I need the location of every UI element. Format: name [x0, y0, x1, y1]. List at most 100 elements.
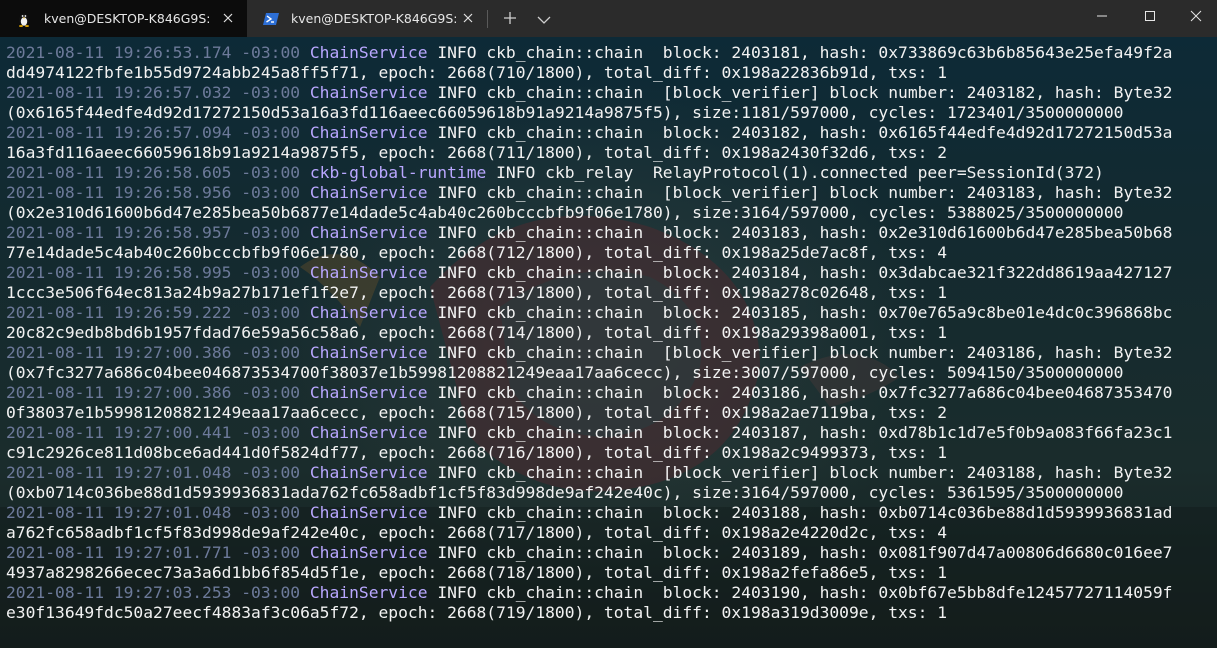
tab-divider	[487, 10, 488, 28]
log-line: 2021-08-11 19:27:00.386 -03:00 ChainServ…	[6, 343, 1172, 363]
log-message: a762fc658adbf1cf5f83d998de9af242e40c, ep…	[6, 523, 948, 542]
log-message: (0x7fc3277a686c04bee046873534700f38037e1…	[6, 363, 1124, 382]
tab-linux-terminal[interactable]: kven@DESKTOP-K846G9S: ~/pr	[0, 0, 247, 37]
log-timestamp: 2021-08-11 19:26:58.995 -03:00	[6, 263, 310, 282]
log-message: INFO ckb_relay RelayProtocol(1).connecte…	[486, 163, 1104, 182]
log-timestamp: 2021-08-11 19:26:58.957 -03:00	[6, 223, 310, 242]
log-line: 2021-08-11 19:26:58.957 -03:00 ChainServ…	[6, 223, 1172, 243]
log-line: (0x7fc3277a686c04bee046873534700f38037e1…	[6, 363, 1172, 383]
log-target: ChainService	[309, 303, 428, 322]
log-message: INFO ckb_chain::chain block: 2403190, ha…	[427, 583, 1173, 602]
log-target: ChainService	[309, 383, 428, 402]
maximize-icon	[1144, 7, 1156, 26]
log-timestamp: 2021-08-11 19:27:01.048 -03:00	[6, 503, 310, 522]
minimize-icon	[1096, 7, 1108, 26]
log-message: INFO ckb_chain::chain block: 2403188, ha…	[427, 503, 1173, 522]
log-line: dd4974122fbfe1b55d9724abb245a8ff5f71, ep…	[6, 63, 1172, 83]
close-tab-icon[interactable]	[219, 9, 237, 27]
log-line: a762fc658adbf1cf5f83d998de9af242e40c, ep…	[6, 523, 1172, 543]
tab-label: kven@DESKTOP-K846G9S: ~/pr	[44, 11, 214, 26]
log-timestamp: 2021-08-11 19:27:00.441 -03:00	[6, 423, 310, 442]
log-line: 2021-08-11 19:27:00.386 -03:00 ChainServ…	[6, 383, 1172, 403]
log-message: 20c82c9edb8bd6b1957fdad76e59a56c58a6, ep…	[6, 323, 948, 342]
log-line: 16a3fd116aeec66059618b91a9214a9875f5, ep…	[6, 143, 1172, 163]
log-message: 0f38037e1b59981208821249eaa17aa6cecc, ep…	[6, 403, 948, 422]
log-message: 4937a8298266ecec73a3a6d1bb6f854d5f1e, ep…	[6, 563, 948, 582]
log-line: 2021-08-11 19:27:03.253 -03:00 ChainServ…	[6, 583, 1172, 603]
log-target: ChainService	[309, 43, 428, 62]
log-line: (0xb0714c036be88d1d5939936831ada762fc658…	[6, 483, 1172, 503]
log-message: 77e14dade5c4ab40c260bcccbfb9f06e1780, ep…	[6, 243, 948, 262]
log-line: 4937a8298266ecec73a3a6d1bb6f854d5f1e, ep…	[6, 563, 1172, 583]
log-target: ChainService	[309, 123, 428, 142]
log-timestamp: 2021-08-11 19:27:00.386 -03:00	[6, 343, 310, 362]
log-line: c91c2926ce811d08bce6ad441d0f5824df77, ep…	[6, 443, 1172, 463]
log-timestamp: 2021-08-11 19:27:00.386 -03:00	[6, 383, 310, 402]
log-line: 2021-08-11 19:26:58.995 -03:00 ChainServ…	[6, 263, 1172, 283]
log-timestamp: 2021-08-11 19:27:03.253 -03:00	[6, 583, 310, 602]
log-message: dd4974122fbfe1b55d9724abb245a8ff5f71, ep…	[6, 63, 948, 82]
log-timestamp: 2021-08-11 19:27:01.771 -03:00	[6, 543, 310, 562]
log-timestamp: 2021-08-11 19:26:57.032 -03:00	[6, 83, 310, 102]
log-message: INFO ckb_chain::chain [block_verifier] b…	[427, 463, 1173, 482]
minimize-button[interactable]	[1079, 0, 1125, 32]
new-tab-button[interactable]	[498, 8, 522, 30]
log-message: INFO ckb_chain::chain block: 2403187, ha…	[427, 423, 1173, 442]
log-message: INFO ckb_chain::chain [block_verifier] b…	[427, 343, 1173, 362]
terminal-pane[interactable]: 2021-08-11 19:26:53.174 -03:00 ChainServ…	[0, 37, 1217, 648]
close-icon	[1190, 7, 1202, 26]
log-message: 1ccc3e506f64ec813a24b9a27b171ef1f2e7, ep…	[6, 283, 948, 302]
log-line: e30f13649fdc50a27eecf4883af3c06a5f72, ep…	[6, 603, 1172, 623]
log-message: INFO ckb_chain::chain block: 2403182, ha…	[427, 123, 1173, 142]
log-target: ChainService	[309, 543, 428, 562]
log-line: 2021-08-11 19:26:58.956 -03:00 ChainServ…	[6, 183, 1172, 203]
powershell-icon	[263, 11, 279, 27]
log-line: 0f38037e1b59981208821249eaa17aa6cecc, ep…	[6, 403, 1172, 423]
log-message: (0x2e310d61600b6d47e285bea50b6877e14dade…	[6, 203, 1124, 222]
title-bar: kven@DESKTOP-K846G9S: ~/pr kven@DESKTOP-…	[0, 0, 1217, 37]
log-line: 2021-08-11 19:27:01.048 -03:00 ChainServ…	[6, 463, 1172, 483]
tab-dropdown-button[interactable]	[532, 8, 556, 30]
log-target: ChainService	[309, 183, 428, 202]
maximize-button[interactable]	[1127, 0, 1173, 32]
log-target: ChainService	[309, 343, 428, 362]
log-message: INFO ckb_chain::chain block: 2403183, ha…	[427, 223, 1173, 242]
log-target: ChainService	[309, 463, 428, 482]
log-line: 2021-08-11 19:27:00.441 -03:00 ChainServ…	[6, 423, 1172, 443]
log-timestamp: 2021-08-11 19:26:58.956 -03:00	[6, 183, 310, 202]
log-line: (0x2e310d61600b6d47e285bea50b6877e14dade…	[6, 203, 1172, 223]
log-message: c91c2926ce811d08bce6ad441d0f5824df77, ep…	[6, 443, 948, 462]
log-target: ChainService	[309, 263, 428, 282]
close-window-button[interactable]	[1173, 0, 1217, 32]
log-line: 2021-08-11 19:27:01.048 -03:00 ChainServ…	[6, 503, 1172, 523]
log-line: 2021-08-11 19:26:59.222 -03:00 ChainServ…	[6, 303, 1172, 323]
log-message: INFO ckb_chain::chain block: 2403186, ha…	[427, 383, 1173, 402]
log-timestamp: 2021-08-11 19:26:57.094 -03:00	[6, 123, 310, 142]
log-target: ChainService	[309, 83, 428, 102]
tab-label: kven@DESKTOP-K846G9S: ~/pr	[291, 11, 461, 26]
log-line: 2021-08-11 19:26:57.094 -03:00 ChainServ…	[6, 123, 1172, 143]
log-message: (0x6165f44edfe4d92d17272150d53a16a3fd116…	[6, 103, 1124, 122]
log-line: 2021-08-11 19:26:53.174 -03:00 ChainServ…	[6, 43, 1172, 63]
terminal-output: 2021-08-11 19:26:53.174 -03:00 ChainServ…	[6, 43, 1172, 623]
log-timestamp: 2021-08-11 19:26:59.222 -03:00	[6, 303, 310, 322]
log-message: INFO ckb_chain::chain [block_verifier] b…	[427, 83, 1173, 102]
log-message: INFO ckb_chain::chain block: 2403189, ha…	[427, 543, 1173, 562]
log-timestamp: 2021-08-11 19:26:53.174 -03:00	[6, 43, 310, 62]
log-line: (0x6165f44edfe4d92d17272150d53a16a3fd116…	[6, 103, 1172, 123]
log-message: INFO ckb_chain::chain block: 2403185, ha…	[427, 303, 1173, 322]
linux-penguin-icon	[16, 11, 32, 27]
log-line: 1ccc3e506f64ec813a24b9a27b171ef1f2e7, ep…	[6, 283, 1172, 303]
plus-icon	[503, 10, 517, 29]
log-target: ChainService	[309, 583, 428, 602]
log-message: INFO ckb_chain::chain block: 2403184, ha…	[427, 263, 1173, 282]
log-line: 2021-08-11 19:27:01.771 -03:00 ChainServ…	[6, 543, 1172, 563]
close-tab-icon[interactable]	[459, 9, 477, 27]
tab-powershell[interactable]: kven@DESKTOP-K846G9S: ~/pr	[247, 0, 487, 37]
log-line: 20c82c9edb8bd6b1957fdad76e59a56c58a6, ep…	[6, 323, 1172, 343]
log-line: 2021-08-11 19:26:57.032 -03:00 ChainServ…	[6, 83, 1172, 103]
log-target: ChainService	[309, 423, 428, 442]
log-target: ckb-global-runtime	[309, 163, 487, 182]
log-timestamp: 2021-08-11 19:26:58.605 -03:00	[6, 163, 310, 182]
chevron-down-icon	[537, 10, 551, 29]
